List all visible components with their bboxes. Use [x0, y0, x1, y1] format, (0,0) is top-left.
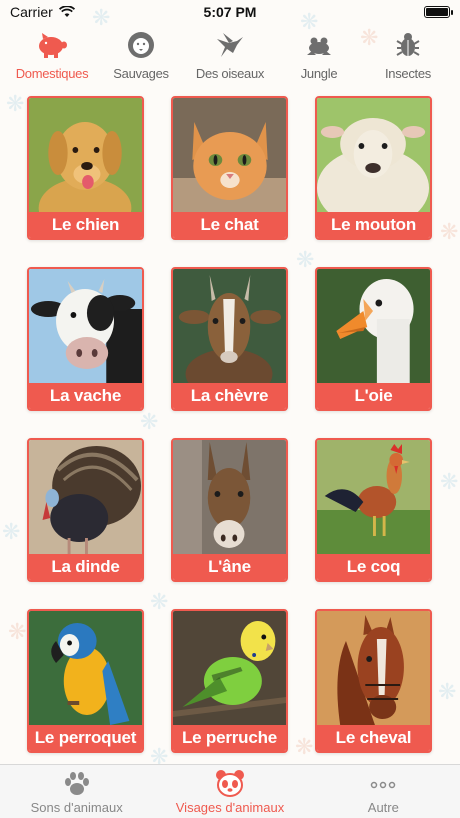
goat-photo [173, 269, 286, 383]
tab-sauvages[interactable]: Sauvages [97, 30, 185, 88]
tab-domestiques[interactable]: Domestiques [8, 30, 96, 88]
donkey-photo [173, 440, 286, 554]
animal-card-dog[interactable]: Le chien [27, 96, 144, 240]
turkey-photo [29, 440, 142, 554]
budgie-photo [173, 611, 286, 725]
animal-label: L'âne [173, 554, 286, 580]
animal-card-goose[interactable]: L'oie [315, 267, 432, 411]
animal-label: L'oie [317, 383, 430, 409]
clock: 5:07 PM [203, 4, 257, 20]
category-tabs: Domestiques Sauvages Des oiseaux Jungle … [0, 30, 460, 88]
animal-label: Le perroquet [29, 725, 142, 751]
animal-card-cow[interactable]: La vache [27, 267, 144, 411]
animal-label: Le coq [317, 554, 430, 580]
tab-visages-d-animaux[interactable]: Visages d'animaux [153, 765, 306, 818]
tab-label: Visages d'animaux [175, 800, 285, 815]
rooster-photo [317, 440, 430, 554]
battery-icon [424, 6, 453, 18]
animal-label: La chèvre [173, 383, 286, 409]
animal-card-budgie[interactable]: Le perruche [171, 609, 288, 753]
category-label: Insectes [384, 66, 431, 81]
animal-label: Le chien [29, 212, 142, 238]
frog-icon [307, 37, 331, 55]
panda-icon [215, 770, 244, 797]
category-label: Des oiseaux [195, 66, 265, 81]
animal-card-goat[interactable]: La chèvre [171, 267, 288, 411]
bug-icon [396, 33, 420, 56]
animal-label: Le mouton [317, 212, 430, 238]
paw-icon [64, 772, 89, 795]
animal-card-rooster[interactable]: Le coq [315, 438, 432, 582]
category-label: Jungle [300, 66, 338, 81]
cat-photo [173, 98, 286, 212]
tab-insectes[interactable]: Insectes [364, 30, 452, 88]
category-label: Sauvages [113, 66, 169, 81]
parrot-photo [29, 611, 142, 725]
animal-card-cat[interactable]: Le chat [171, 96, 288, 240]
animal-label: Le cheval [317, 725, 430, 751]
more-icon [371, 781, 396, 789]
animal-card-horse[interactable]: Le cheval [315, 609, 432, 753]
tab-label: Autre [367, 800, 399, 815]
animal-label: Le perruche [173, 725, 286, 751]
tab-autre[interactable]: Autre [307, 765, 460, 818]
goose-photo [317, 269, 430, 383]
horse-photo [317, 611, 430, 725]
animal-grid: Le chien Le chat Le mouton La vache La c… [27, 96, 433, 753]
tab-des-oiseaux[interactable]: Des oiseaux [186, 30, 274, 88]
hummingbird-icon [217, 33, 243, 57]
status-bar: Carrier 5:07 PM [0, 0, 460, 24]
sheep-photo [317, 98, 430, 212]
dog-photo [29, 98, 142, 212]
animal-label: La vache [29, 383, 142, 409]
animal-card-parrot[interactable]: Le perroquet [27, 609, 144, 753]
bottom-tab-bar: Sons d'animaux Visages d'animaux Autre [0, 764, 460, 818]
animal-card-turkey[interactable]: La dinde [27, 438, 144, 582]
tab-jungle[interactable]: Jungle [275, 30, 363, 88]
animal-card-donkey[interactable]: L'âne [171, 438, 288, 582]
animal-card-sheep[interactable]: Le mouton [315, 96, 432, 240]
tab-sons-d-animaux[interactable]: Sons d'animaux [0, 765, 153, 818]
pig-icon [39, 33, 67, 58]
animal-label: La dinde [29, 554, 142, 580]
animal-label: Le chat [173, 212, 286, 238]
tab-label: Sons d'animaux [30, 800, 123, 815]
lion-icon [128, 32, 154, 58]
category-label: Domestiques [15, 66, 89, 81]
cow-photo [29, 269, 142, 383]
